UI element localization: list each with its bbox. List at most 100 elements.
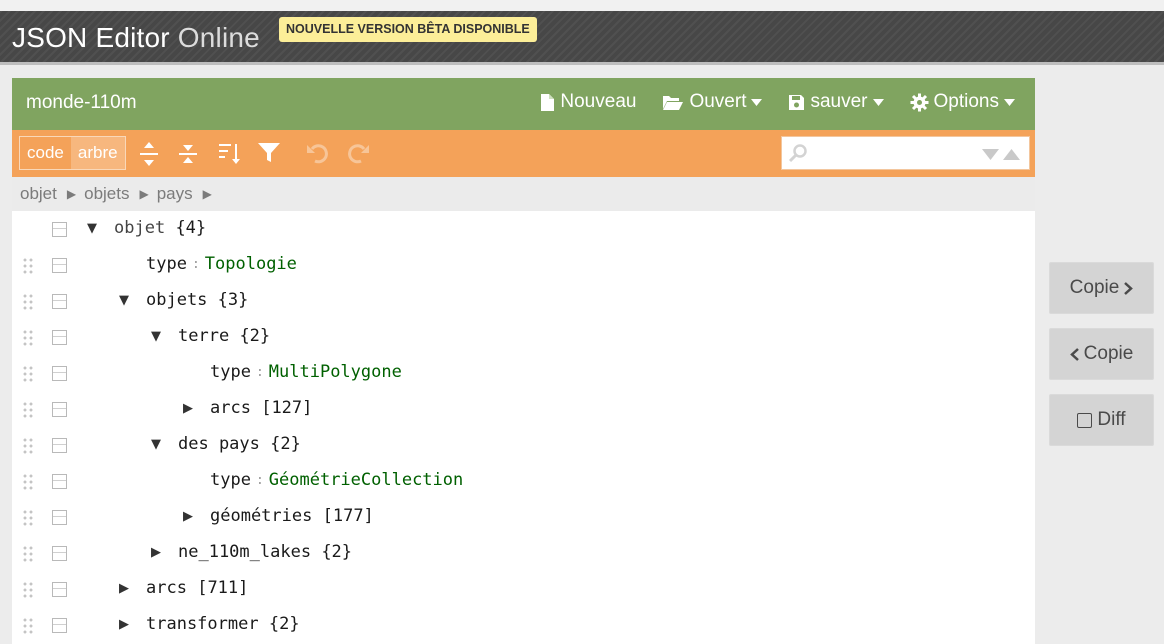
tree-row[interactable]: ▶ géométries [177]: [12, 499, 1035, 535]
context-menu-button[interactable]: [52, 474, 67, 489]
expand-toggle-icon[interactable]: ▶: [149, 544, 163, 562]
context-menu-button[interactable]: [52, 618, 67, 633]
node-key[interactable]: type: [210, 362, 251, 382]
save-button[interactable]: sauver: [788, 91, 884, 113]
context-menu-button[interactable]: [52, 582, 67, 597]
node-count: {2}: [270, 434, 301, 454]
drag-handle-icon[interactable]: [22, 509, 34, 527]
new-button-label: Nouveau: [560, 91, 637, 112]
expand-toggle-icon[interactable]: ▶: [181, 400, 195, 418]
node-count: [177]: [322, 506, 374, 526]
chevron-down-icon: [1004, 98, 1015, 106]
collapse-all-icon[interactable]: [178, 141, 198, 167]
tree-row[interactable]: ▶ arcs [127]: [12, 391, 1035, 427]
tree-row[interactable]: type: GéométrieCollection: [12, 463, 1035, 499]
mode-switch: code arbre: [19, 136, 126, 170]
expand-toggle-icon[interactable]: ▶: [181, 508, 195, 526]
drag-handle-icon[interactable]: [22, 545, 34, 563]
tree-row[interactable]: ▼ objet {4}: [12, 211, 1035, 247]
expand-toggle-icon[interactable]: ▼: [149, 328, 163, 346]
node-key[interactable]: arcs: [146, 578, 187, 598]
open-button[interactable]: Ouvert: [662, 91, 763, 113]
node-key[interactable]: objets: [146, 290, 207, 310]
tree-row[interactable]: ▼ objets {3}: [12, 283, 1035, 319]
options-button[interactable]: Options: [910, 91, 1015, 113]
breadcrumb-separator-icon: ▶: [139, 187, 149, 201]
breadcrumb-separator-icon: ▶: [66, 187, 77, 201]
new-button[interactable]: Nouveau: [540, 91, 636, 113]
json-tree: ▼ objet {4} type: Topologie ▼ objets {3} …: [12, 211, 1035, 643]
node-count: {2}: [321, 542, 353, 562]
drag-handle-icon[interactable]: [22, 473, 34, 491]
tree-row[interactable]: ▶ ne_110m_lakes {2}: [12, 535, 1035, 571]
key-value-separator: :: [255, 473, 264, 488]
context-menu-button[interactable]: [52, 294, 67, 309]
drag-handle-icon[interactable]: [22, 329, 34, 347]
diff-button[interactable]: Diff: [1049, 394, 1154, 446]
beta-version-badge[interactable]: NOUVELLE VERSION BÊTA DISPONIBLE: [279, 17, 537, 42]
context-menu-button[interactable]: [52, 438, 67, 453]
tree-row[interactable]: type: Topologie: [12, 247, 1035, 283]
breadcrumb-item-objets[interactable]: objets: [84, 184, 129, 204]
search-previous-icon[interactable]: [1003, 149, 1020, 160]
node-key[interactable]: transformer: [146, 614, 259, 634]
context-menu-button[interactable]: [52, 222, 67, 237]
expand-toggle-icon[interactable]: ▶: [117, 580, 131, 598]
menubar: monde-110m Nouveau Ouvert sauver Options: [12, 78, 1035, 130]
breadcrumb-item-pays[interactable]: pays: [157, 184, 193, 204]
node-count: {2}: [239, 326, 271, 346]
node-key[interactable]: type: [146, 254, 187, 274]
tree-row[interactable]: ▼ terre {2}: [12, 319, 1035, 355]
mode-code-button[interactable]: code: [20, 137, 71, 169]
node-key[interactable]: objet: [114, 218, 165, 238]
tree-row[interactable]: type: MultiPolygone: [12, 355, 1035, 391]
node-key[interactable]: terre: [178, 326, 229, 346]
node-key[interactable]: des pays: [178, 434, 260, 454]
expand-toggle-icon[interactable]: ▼: [149, 436, 163, 454]
expand-toggle-icon[interactable]: ▼: [117, 292, 131, 310]
copy-right-label: Copie: [1069, 277, 1120, 298]
sort-icon[interactable]: [218, 141, 242, 165]
expand-toggle-icon[interactable]: ▶: [117, 616, 131, 634]
json-editor: monde-110m Nouveau Ouvert sauver Options: [12, 78, 1035, 644]
node-key[interactable]: géométries: [210, 506, 312, 526]
redo-icon[interactable]: [346, 141, 370, 165]
filter-icon[interactable]: [257, 141, 281, 165]
drag-handle-icon[interactable]: [22, 437, 34, 455]
breadcrumb-item-objet[interactable]: objet: [20, 184, 57, 204]
drag-handle-icon[interactable]: [22, 257, 34, 275]
app-logo[interactable]: JSON Editor Online: [12, 22, 260, 54]
node-value[interactable]: Topologie: [205, 254, 297, 274]
tree-row[interactable]: ▶ arcs [711]: [12, 571, 1035, 607]
search-input[interactable]: [814, 143, 964, 163]
drag-handle-icon[interactable]: [22, 617, 34, 635]
tree-row[interactable]: ▶ transformer {2}: [12, 607, 1035, 643]
copy-left-button[interactable]: Copie: [1049, 328, 1154, 380]
context-menu-button[interactable]: [52, 366, 67, 381]
expand-toggle-icon[interactable]: ▼: [85, 220, 99, 238]
node-key[interactable]: type: [210, 470, 251, 490]
context-menu-button[interactable]: [52, 330, 67, 345]
drag-handle-icon[interactable]: [22, 401, 34, 419]
node-value[interactable]: GéométrieCollection: [269, 470, 463, 490]
top-strip: [0, 0, 1164, 11]
context-menu-button[interactable]: [52, 510, 67, 525]
node-value[interactable]: MultiPolygone: [269, 362, 402, 382]
node-key[interactable]: ne_110m_lakes: [178, 542, 311, 562]
search-next-icon[interactable]: [982, 149, 999, 160]
node-key[interactable]: arcs: [210, 398, 251, 418]
context-menu-button[interactable]: [52, 546, 67, 561]
context-menu-button[interactable]: [52, 402, 67, 417]
drag-handle-icon[interactable]: [22, 365, 34, 383]
expand-all-icon[interactable]: [139, 141, 159, 167]
drag-handle-icon[interactable]: [22, 293, 34, 311]
document-title[interactable]: monde-110m: [26, 92, 137, 114]
mode-tree-button[interactable]: arbre: [70, 137, 125, 169]
undo-icon[interactable]: [306, 141, 330, 165]
copy-right-button[interactable]: Copie: [1049, 262, 1154, 314]
breadcrumb-separator-icon[interactable]: ▶: [203, 187, 212, 201]
context-menu-button[interactable]: [52, 258, 67, 273]
tree-row[interactable]: ▼ des pays {2}: [12, 427, 1035, 463]
save-icon: [789, 94, 805, 110]
drag-handle-icon[interactable]: [22, 581, 34, 599]
